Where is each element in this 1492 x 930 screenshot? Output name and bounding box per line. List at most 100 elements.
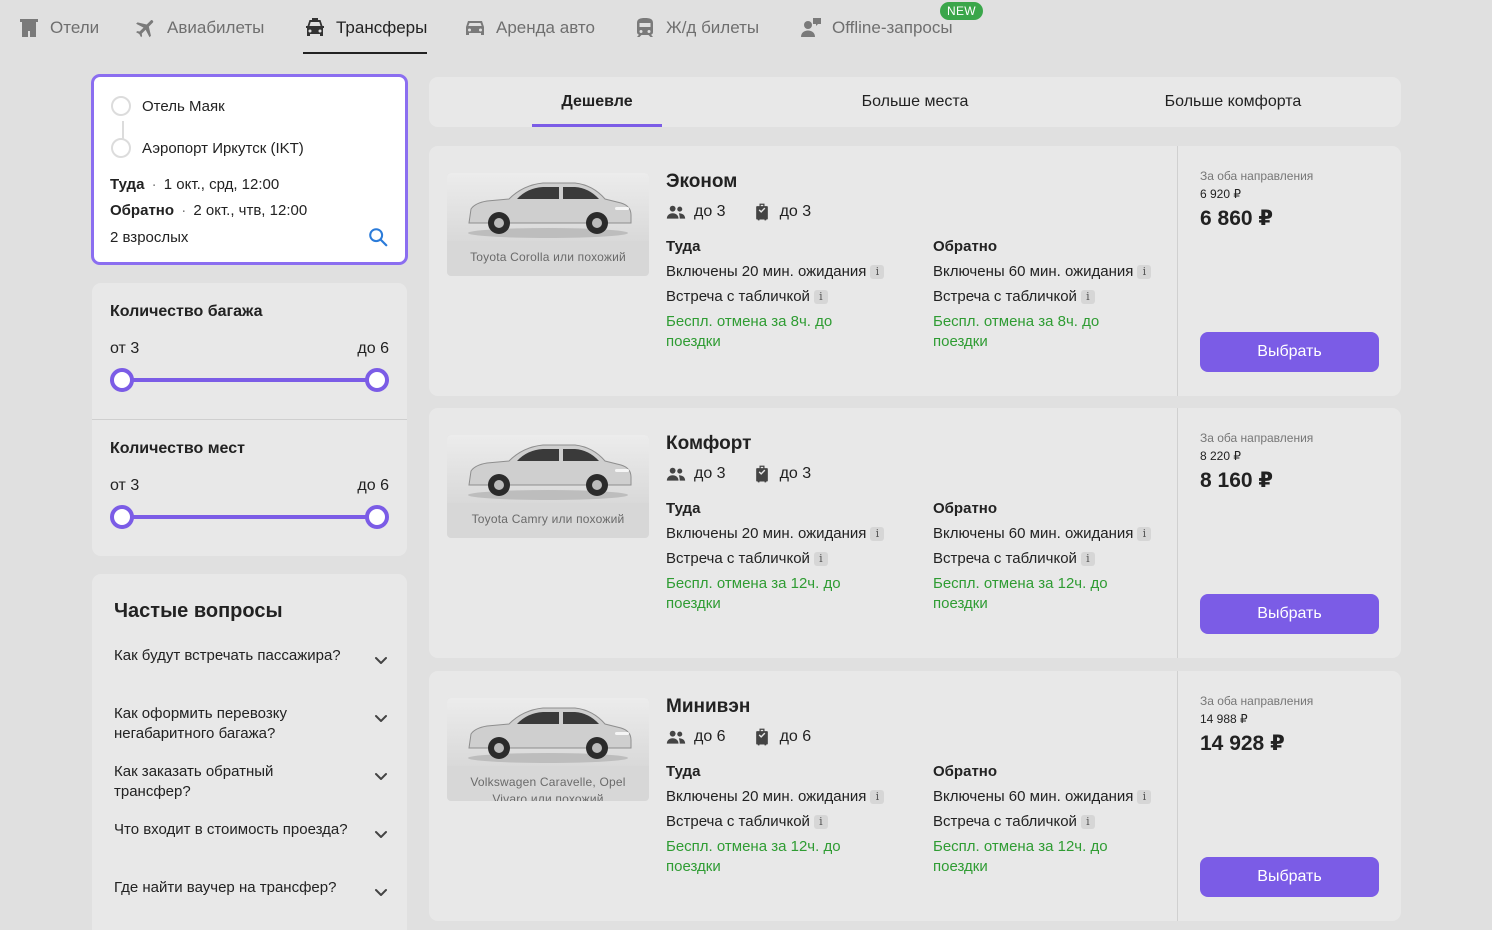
faq-item[interactable]: Как заказать обратный трансфер? (114, 762, 389, 812)
seats-slider-min-handle[interactable] (110, 505, 134, 529)
luggage-slider-min-handle[interactable] (110, 368, 134, 392)
tab-car-rental[interactable]: Аренда авто (463, 0, 595, 56)
offer-class-name: Комфорт (666, 433, 752, 454)
info-icon[interactable]: i (1137, 790, 1152, 804)
top-navigation: Отели Авиабилеты Трансферы Аренда авто Ж… (0, 0, 1492, 56)
price: 6 860 ₽ (1200, 207, 1273, 230)
free-cancellation: Беспл. отмена за 8ч. до поездки (933, 313, 1100, 350)
faq-item[interactable]: Что входит в стоимость проезда? (114, 820, 389, 870)
meet-with-sign-text: Встреча с табличкой (933, 813, 1077, 830)
faq-title: Частые вопросы (114, 600, 283, 622)
passenger-capacity-value: до 3 (694, 465, 726, 482)
free-cancellation: Беспл. отмена за 8ч. до поездки (666, 313, 833, 350)
luggage-capacity: до 3 (752, 464, 811, 484)
tab-more-space[interactable]: Больше места (834, 77, 996, 127)
date-there[interactable]: Туда · 1 окт., срд, 12:00 (110, 176, 279, 193)
plane-icon (136, 20, 154, 38)
date-back[interactable]: Обратно · 2 окт., чтв, 12:00 (110, 202, 307, 219)
waiting-time: Включены 60 мин. ожидания i (933, 787, 1153, 807)
tab-car-rental-label: Аренда авто (496, 18, 595, 37)
info-icon[interactable]: i (1137, 527, 1152, 541)
meet-with-sign: Встреча с табличкой i (666, 287, 886, 307)
tab-transfers[interactable]: Трансферы (303, 0, 428, 56)
luggage-slider-track[interactable] (122, 378, 378, 382)
old-price: 8 220 ₽ (1200, 449, 1241, 463)
car-image-box: Toyota Corolla или похожий (447, 173, 649, 276)
faq-item[interactable]: Где найти ваучер на трансфер? (114, 878, 389, 928)
passenger-capacity-value: до 6 (694, 728, 726, 745)
route-origin[interactable]: Отель Маяк (142, 98, 225, 115)
faq-item[interactable]: Как будут встречать пассажира? (114, 646, 389, 696)
luggage-filter-title: Количество багажа (110, 303, 263, 320)
car-front-icon (306, 18, 324, 36)
separator-dot: · (181, 202, 187, 219)
people-icon (666, 205, 686, 219)
date-there-label: Туда (110, 176, 145, 193)
tab-trains-label: Ж/д билеты (666, 18, 760, 37)
faq-question: Как оформить перевозку негабаритного баг… (114, 705, 287, 742)
tab-hotels-label: Отели (50, 18, 100, 37)
car-model-caption: Toyota Camry или похожий (471, 512, 625, 526)
passengers-count[interactable]: 2 взрослых (110, 229, 188, 246)
tab-trains[interactable]: Ж/д билеты (633, 0, 759, 56)
car-rent-icon (466, 21, 484, 35)
tab-more-comfort[interactable]: Больше комфорта (1141, 77, 1325, 127)
price-divider (1177, 408, 1178, 658)
info-icon[interactable]: i (813, 290, 828, 304)
free-cancellation: Беспл. отмена за 12ч. до поездки (666, 838, 841, 875)
info-icon[interactable]: i (1080, 290, 1095, 304)
people-icon (666, 467, 686, 481)
search-summary-card[interactable]: Отель Маяк Аэропорт Иркутск (IKT) Туда ·… (91, 74, 408, 265)
free-cancellation: Беспл. отмена за 12ч. до поездки (666, 575, 841, 612)
info-icon[interactable]: i (813, 815, 828, 829)
chevron-down-icon (375, 657, 387, 664)
route-destination[interactable]: Аэропорт Иркутск (IKT) (142, 140, 304, 157)
info-icon[interactable]: i (870, 790, 885, 804)
info-icon[interactable]: i (813, 552, 828, 566)
choose-button[interactable]: Выбрать (1200, 594, 1379, 634)
car-photo (447, 435, 649, 503)
route-destination-dot (111, 138, 131, 158)
offer-card: Toyota Corolla или похожий Эконом до 3 д… (429, 146, 1401, 396)
direction-back: Обратно Включены 60 мин. ожидания i Встре… (933, 763, 1153, 877)
info-icon[interactable]: i (1080, 815, 1095, 829)
info-icon[interactable]: i (1080, 552, 1095, 566)
tab-cheaper[interactable]: Дешевле (532, 77, 662, 127)
tab-flights[interactable]: Авиабилеты (134, 0, 264, 56)
direction-there: Туда Включены 20 мин. ожидания i Встреча … (666, 763, 886, 877)
capacity-row: до 3 до 3 (666, 464, 837, 484)
faq-question: Как заказать обратный трансфер? (114, 763, 274, 800)
tab-flights-label: Авиабилеты (167, 18, 265, 37)
luggage-slider-max-handle[interactable] (365, 368, 389, 392)
passenger-capacity: до 6 (666, 727, 726, 747)
info-icon[interactable]: i (1137, 265, 1152, 279)
direction-there-label: Туда (666, 500, 701, 517)
meet-with-sign: Встреча с табличкой i (666, 812, 886, 832)
tab-offline-requests[interactable]: Offline-запросы (799, 0, 953, 56)
seats-max-label: до 6 (357, 477, 389, 494)
tab-transfers-label: Трансферы (336, 18, 428, 37)
seats-slider-track[interactable] (122, 515, 378, 519)
choose-button[interactable]: Выбрать (1200, 332, 1379, 372)
info-icon[interactable]: i (870, 527, 885, 541)
waiting-time-text: Включены 60 мин. ожидания (933, 788, 1134, 805)
tab-offline-requests-label: Offline-запросы (832, 18, 953, 37)
passenger-capacity-value: до 3 (694, 203, 726, 220)
both-directions-label: За оба направления (1200, 169, 1314, 183)
faq-item[interactable]: Как оформить перевозку негабаритного баг… (114, 704, 389, 754)
waiting-time-text: Включены 20 мин. ожидания (666, 263, 867, 280)
seats-slider-max-handle[interactable] (365, 505, 389, 529)
car-photo (447, 173, 649, 241)
offer-class-name: Минивэн (666, 696, 751, 717)
info-icon[interactable]: i (870, 265, 885, 279)
meet-with-sign: Встреча с табличкой i (933, 812, 1153, 832)
direction-there-label: Туда (666, 238, 701, 255)
choose-button[interactable]: Выбрать (1200, 857, 1379, 897)
luggage-icon (755, 203, 768, 221)
passenger-capacity: до 3 (666, 202, 726, 222)
luggage-filter: Количество багажа от 3 до 6 (92, 283, 407, 419)
faq-question: Где найти ваучер на трансфер? (114, 879, 337, 896)
direction-back-label: Обратно (933, 763, 998, 780)
tab-hotels[interactable]: Отели (17, 0, 99, 56)
search-icon[interactable] (367, 226, 389, 248)
